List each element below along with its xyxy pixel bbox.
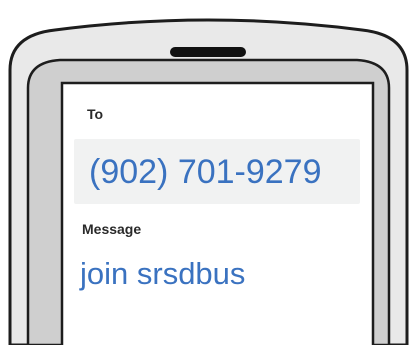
speaker-slot	[170, 47, 246, 57]
message-compose-screen: To (902) 701-9279 Message join srsdbus	[64, 85, 371, 345]
recipient-field[interactable]: (902) 701-9279	[74, 139, 360, 204]
to-label: To	[87, 106, 104, 122]
message-body[interactable]: join srsdbus	[80, 256, 245, 292]
message-label: Message	[82, 221, 142, 237]
recipient-number: (902) 701-9279	[89, 153, 322, 191]
